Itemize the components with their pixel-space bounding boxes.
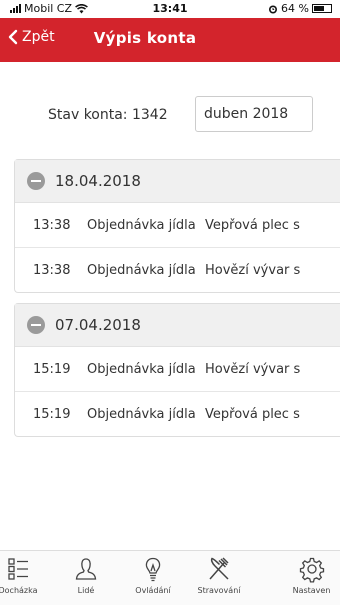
page-title: Výpis konta	[0, 29, 340, 47]
tab-lide[interactable]: Lidé	[56, 555, 116, 595]
transaction-row[interactable]: 13:38 Objednávka jídla Hovězí vývar s	[15, 248, 340, 292]
tab-label: Lidé	[77, 586, 95, 595]
alarm-icon	[269, 5, 278, 13]
page-title-text: Výpis konta	[93, 29, 197, 47]
tab-label: Nastaven	[292, 586, 331, 595]
row-type: Objednávka jídla	[87, 262, 196, 278]
transaction-group: 18.04.2018 13:38 Objednávka jídla Vepřov…	[14, 159, 340, 293]
transaction-group: 07.04.2018 15:19 Objednávka jídla Hovězí…	[14, 303, 340, 437]
list-icon	[8, 558, 28, 580]
row-type: Objednávka jídla	[87, 217, 196, 233]
row-time: 15:19	[33, 406, 71, 422]
month-select[interactable]: duben 2018	[195, 96, 313, 132]
tab-ovladani[interactable]: Ovládání	[123, 555, 183, 595]
group-header[interactable]: 18.04.2018	[15, 160, 340, 203]
person-icon	[75, 558, 97, 580]
row-time: 13:38	[33, 217, 71, 233]
nav-bar: Zpět Výpis konta	[0, 18, 340, 62]
lightbulb-icon	[145, 557, 161, 582]
group-date: 18.04.2018	[55, 172, 141, 190]
fork-knife-icon	[209, 557, 229, 580]
status-bar: Mobil CZ 13:41 64 %	[0, 0, 340, 18]
collapse-icon[interactable]	[27, 316, 45, 334]
transaction-row[interactable]: 15:19 Objednávka jídla Vepřová plec s	[15, 392, 340, 436]
battery-fill	[314, 6, 324, 11]
tab-label: Stravování	[197, 586, 241, 595]
row-time: 15:19	[33, 361, 71, 377]
tab-label: Ovládání	[135, 586, 171, 595]
transaction-row[interactable]: 15:19 Objednávka jídla Hovězí vývar s	[15, 347, 340, 392]
row-meal: Vepřová plec s	[205, 406, 300, 422]
row-type: Objednávka jídla	[87, 361, 196, 377]
gear-icon	[299, 557, 324, 583]
group-header[interactable]: 07.04.2018	[15, 304, 340, 347]
battery-icon	[312, 4, 332, 13]
tab-bar: Docházka Lidé Ovládání Stravování Nastav…	[0, 550, 340, 605]
tab-stravovani[interactable]: Stravování	[189, 555, 249, 595]
row-meal: Vepřová plec s	[205, 217, 300, 233]
transaction-row[interactable]: 13:38 Objednávka jídla Vepřová plec s	[15, 203, 340, 248]
tab-nastaveni[interactable]: Nastaven	[283, 555, 340, 595]
collapse-icon[interactable]	[27, 172, 45, 190]
status-right: 64 %	[268, 2, 332, 15]
row-meal: Hovězí vývar s	[205, 262, 301, 278]
group-date: 07.04.2018	[55, 316, 141, 334]
tab-label: Docházka	[0, 586, 38, 595]
account-balance: Stav konta: 1342	[48, 107, 168, 123]
account-summary: Stav konta: 1342 duben 2018	[0, 96, 340, 136]
battery-percent: 64 %	[281, 2, 309, 15]
tab-dochazka[interactable]: Docházka	[0, 555, 48, 595]
row-meal: Hovězí vývar s	[205, 361, 301, 377]
row-type: Objednávka jídla	[87, 406, 196, 422]
row-time: 13:38	[33, 262, 71, 278]
